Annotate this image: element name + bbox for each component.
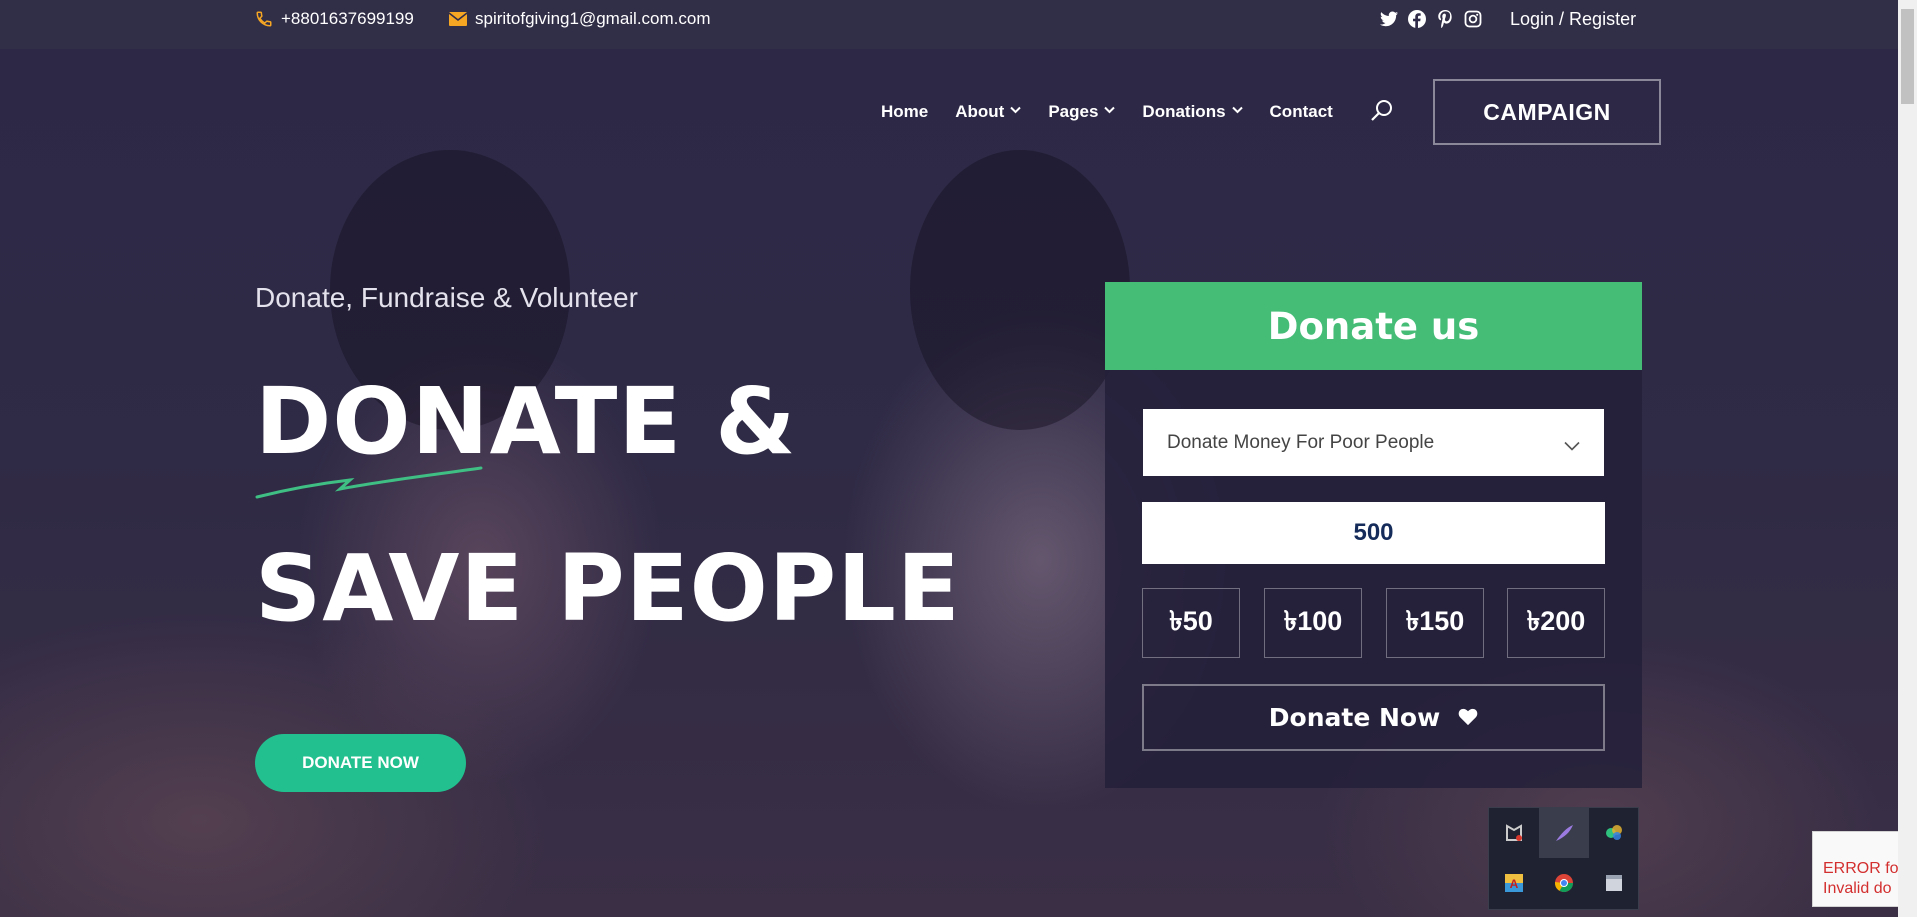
pinterest-icon[interactable] (1436, 10, 1454, 28)
phone-number: +8801637699199 (281, 9, 414, 28)
svg-text:A: A (1510, 877, 1519, 891)
nav-label: Contact (1269, 102, 1333, 121)
feather-icon[interactable] (1539, 808, 1589, 858)
page-scrollbar[interactable] (1898, 0, 1917, 917)
hero-heading-line-1: DONATE & (255, 368, 797, 475)
donation-cause-select[interactable]: Donate Money For Poor People (1143, 409, 1604, 476)
nav-donations[interactable]: Donations (1142, 102, 1243, 122)
search-icon[interactable] (1370, 98, 1394, 127)
preset-amount-150[interactable]: ৳150 (1386, 588, 1484, 658)
chrome-icon[interactable] (1539, 858, 1589, 908)
hero-heading-line-2: SAVE PEOPLE (255, 535, 961, 642)
email-address: spiritofgiving1@gmail.com.com (475, 9, 711, 28)
nav-contact[interactable]: Contact (1270, 102, 1333, 122)
hero-tagline: Donate, Fundraise & Volunteer (255, 282, 638, 313)
nav-about[interactable]: About (955, 102, 1022, 122)
main-nav: Home About Pages Donations Contact (881, 102, 1360, 122)
nav-pages[interactable]: Pages (1048, 102, 1116, 122)
chevron-down-icon (1010, 106, 1022, 117)
chevron-down-icon (1564, 435, 1580, 457)
donation-card-title: Donate us (1105, 282, 1642, 370)
nav-label: Home (881, 102, 929, 121)
top-bar: +8801637699199 spiritofgiving1@gmail.com… (0, 0, 1898, 49)
font-app-icon[interactable]: A (1489, 858, 1539, 908)
scrollbar-thumb[interactable] (1901, 9, 1914, 104)
mcafee-icon[interactable] (1489, 808, 1539, 858)
chevron-down-icon (1231, 106, 1243, 117)
envelope-icon (449, 12, 467, 26)
recaptcha-error-badge: ERROR fo Invalid do (1812, 831, 1898, 907)
recaptcha-error-line-1: ERROR fo (1823, 860, 1898, 877)
email-contact[interactable]: spiritofgiving1@gmail.com.com (449, 9, 711, 29)
amount-input[interactable]: 500 (1142, 502, 1605, 564)
underline-squiggle (255, 466, 483, 499)
select-value: Donate Money For Poor People (1167, 431, 1435, 453)
preset-amount-100[interactable]: ৳100 (1264, 588, 1362, 658)
nav-home[interactable]: Home (881, 102, 928, 122)
twitter-icon[interactable] (1380, 10, 1398, 28)
phone-contact[interactable]: +8801637699199 (255, 9, 414, 29)
recaptcha-error-line-2: Invalid do (1823, 880, 1892, 897)
donate-now-button[interactable]: Donate Now (1142, 684, 1605, 751)
chevron-down-icon (1104, 106, 1116, 117)
nav-label: Pages (1048, 102, 1099, 121)
social-links (1380, 10, 1482, 28)
campaign-button[interactable]: CAMPAIGN (1433, 79, 1661, 145)
color-picker-icon[interactable] (1589, 808, 1639, 858)
nav-label: About (955, 102, 1005, 121)
hero-donate-now-button[interactable]: DONATE NOW (255, 734, 466, 792)
instagram-icon[interactable] (1464, 10, 1482, 28)
system-tray-popup: A (1488, 807, 1639, 910)
donate-now-label: Donate Now (1268, 703, 1441, 732)
donation-card: Donate us Donate Money For Poor People 5… (1105, 282, 1642, 788)
heart-icon (1458, 703, 1478, 732)
nav-label: Donations (1142, 102, 1226, 121)
preset-amount-200[interactable]: ৳200 (1507, 588, 1605, 658)
phone-icon (255, 10, 273, 28)
preset-amount-50[interactable]: ৳50 (1142, 588, 1240, 658)
facebook-icon[interactable] (1408, 10, 1426, 28)
window-app-icon[interactable] (1589, 858, 1639, 908)
child-right-figure (910, 150, 1130, 430)
login-register-link[interactable]: Login / Register (1510, 9, 1636, 30)
